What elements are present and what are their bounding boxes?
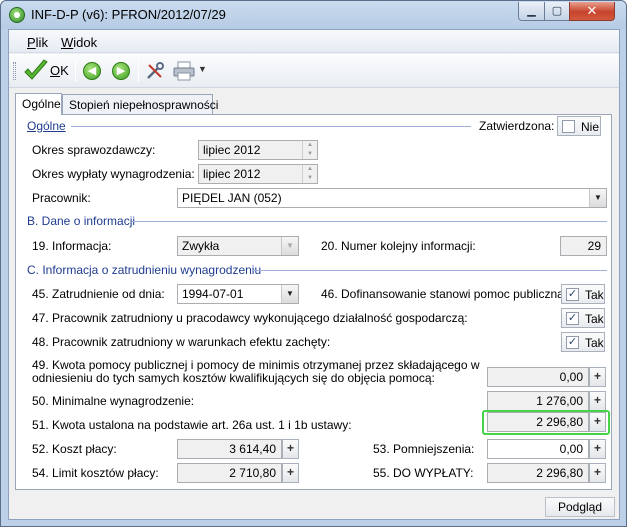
ok-button[interactable]: OK	[50, 63, 69, 78]
okres-wyplaty-label: Okres wypłaty wynagrodzenia:	[32, 167, 195, 181]
p49-field[interactable]: 0,00	[487, 367, 589, 387]
p52-field[interactable]: 3 614,40	[177, 439, 282, 459]
p49-label-line2: odniesieniu do tych samych kosztów kwali…	[32, 371, 435, 385]
section-divider	[71, 126, 471, 127]
toolbar-separator	[75, 60, 76, 82]
p48-value: Tak	[585, 336, 604, 350]
chevron-down-icon[interactable]: ▼	[281, 237, 298, 255]
p50-field[interactable]: 1 276,00	[487, 391, 589, 411]
numer-kolejny-field[interactable]: 29	[560, 236, 607, 256]
p54-label: 54. Limit kosztów płacy:	[32, 466, 159, 480]
spin-buttons[interactable]: ▲ ▼	[302, 141, 317, 159]
pracownik-combo[interactable]: PIĘDEL JAN (052) ▼	[177, 188, 607, 208]
pracownik-label: Pracownik:	[32, 191, 91, 205]
spin-up-icon[interactable]: ▲	[303, 165, 317, 174]
tab-stopien-niepelnosprawnosci[interactable]: Stopień niepełnosprawności	[62, 94, 218, 115]
status-bar: Podgląd	[9, 496, 619, 519]
section-divider	[252, 270, 607, 271]
menu-bar: Plik Widok	[9, 30, 619, 53]
p55-add-button[interactable]: +	[589, 463, 606, 483]
p47-label: 47. Pracownik zatrudniony u pracodawcy w…	[32, 311, 468, 325]
p52-add-button[interactable]: +	[282, 439, 299, 459]
forward-arrow-icon[interactable]: ▶	[112, 62, 130, 80]
zatrudnienie-od-combo[interactable]: 1994-07-01 ▼	[177, 284, 299, 304]
back-arrow-icon[interactable]: ◀	[83, 62, 101, 80]
dofinansowanie-checkbox[interactable]: ✓ Tak	[561, 284, 605, 304]
p48-label: 48. Pracownik zatrudniony w warunkach ef…	[32, 335, 331, 349]
dofinansowanie-value: Tak	[585, 288, 604, 302]
p51-field[interactable]: 2 296,80	[487, 412, 589, 432]
section-title-b: B. Dane o informacji	[27, 214, 136, 228]
p54-field[interactable]: 2 710,80	[177, 463, 282, 483]
menu-item-plik[interactable]: Plik	[27, 35, 48, 50]
toolbar-separator	[138, 60, 139, 82]
zatrudnienie-od-label: 45. Zatrudnienie od dnia:	[32, 287, 165, 301]
menu-item-widok[interactable]: Widok	[61, 35, 97, 50]
p47-value: Tak	[585, 312, 604, 326]
spin-up-icon[interactable]: ▲	[303, 141, 317, 150]
application-window: INF-D-P (v6): PFRON/2012/07/29 ▁ ▢ ✕ Pli…	[0, 0, 627, 527]
zatwierdzona-value: Nie	[581, 120, 600, 134]
window-title: INF-D-P (v6): PFRON/2012/07/29	[31, 7, 226, 22]
title-bar: INF-D-P (v6): PFRON/2012/07/29 ▁ ▢ ✕	[1, 1, 626, 29]
chevron-down-icon[interactable]: ▼	[589, 189, 606, 207]
p49-label-line1: 49. Kwota pomocy publicznej i pomocy de …	[32, 358, 480, 372]
check-icon[interactable]	[23, 59, 49, 83]
toolbar: OK ◀ ▶ ▼	[9, 54, 619, 88]
p52-label: 52. Koszt płacy:	[32, 442, 117, 456]
print-dropdown-icon[interactable]: ▼	[198, 64, 207, 74]
form-panel: Ogólne Zatwierdzona: Nie Okres sprawozda…	[15, 114, 612, 490]
section-title-ogolne: Ogólne	[27, 119, 66, 133]
p50-label: 50. Minimalne wynagrodzenie:	[32, 394, 195, 408]
section-divider	[132, 221, 607, 222]
p53-label: 53. Pomniejszenia:	[373, 442, 475, 456]
checkbox-check-icon[interactable]: ✓	[566, 312, 579, 325]
okres-sprawozdawczy-label: Okres sprawozdawczy:	[32, 143, 156, 157]
spin-buttons[interactable]: ▲ ▼	[302, 165, 317, 183]
chevron-down-icon[interactable]: ▼	[281, 285, 298, 303]
spin-down-icon[interactable]: ▼	[303, 174, 317, 183]
p53-field[interactable]: 0,00	[487, 439, 589, 459]
okres-sprawozdawczy-value: lipiec 2012	[203, 143, 261, 157]
minimize-button[interactable]: ▁	[518, 2, 545, 21]
informacja-combo[interactable]: Zwykła ▼	[177, 236, 299, 256]
checkbox-check-icon[interactable]: ✓	[566, 288, 579, 301]
informacja-value: Zwykła	[182, 239, 220, 253]
p55-field[interactable]: 2 296,80	[487, 463, 589, 483]
close-button[interactable]: ✕	[569, 2, 615, 21]
p49-add-button[interactable]: +	[589, 367, 606, 387]
p51-label: 51. Kwota ustalona na podstawie art. 26a…	[32, 418, 352, 432]
tools-icon[interactable]	[145, 61, 165, 81]
p54-add-button[interactable]: +	[282, 463, 299, 483]
section-title-c: C. Informacja o zatrudnieniu wynagrodzen…	[27, 263, 262, 277]
podglad-button[interactable]: Podgląd	[545, 497, 615, 517]
client-area: Plik Widok OK ◀ ▶ ▼ Ogólne Stopień niepe…	[8, 29, 620, 520]
p55-label: 55. DO WYPŁATY:	[373, 466, 474, 480]
p51-add-button[interactable]: +	[589, 412, 606, 432]
tab-ogolne[interactable]: Ogólne	[15, 93, 62, 115]
toolbar-grip[interactable]	[13, 62, 16, 80]
app-icon	[9, 7, 25, 23]
zatwierdzona-label: Zatwierdzona:	[479, 119, 555, 133]
okres-wyplaty-field[interactable]: lipiec 2012 ▲ ▼	[198, 164, 318, 184]
p53-add-button[interactable]: +	[589, 439, 606, 459]
dofinansowanie-label: 46. Dofinansowanie stanowi pomoc publicz…	[321, 287, 568, 301]
maximize-button[interactable]: ▢	[544, 2, 570, 21]
checkbox-check-icon[interactable]: ✓	[566, 336, 579, 349]
print-icon[interactable]	[173, 61, 195, 81]
spin-down-icon[interactable]: ▼	[303, 150, 317, 159]
checkbox-box[interactable]	[562, 120, 575, 133]
zatwierdzona-checkbox[interactable]: Nie	[557, 116, 601, 136]
numer-kolejny-label: 20. Numer kolejny informacji:	[321, 239, 476, 253]
p50-add-button[interactable]: +	[589, 391, 606, 411]
p47-checkbox[interactable]: ✓ Tak	[561, 308, 605, 328]
informacja-label: 19. Informacja:	[32, 239, 112, 253]
okres-sprawozdawczy-field[interactable]: lipiec 2012 ▲ ▼	[198, 140, 318, 160]
p48-checkbox[interactable]: ✓ Tak	[561, 332, 605, 352]
zatrudnienie-od-value: 1994-07-01	[182, 287, 244, 301]
pracownik-value: PIĘDEL JAN (052)	[182, 191, 282, 205]
okres-wyplaty-value: lipiec 2012	[203, 167, 261, 181]
